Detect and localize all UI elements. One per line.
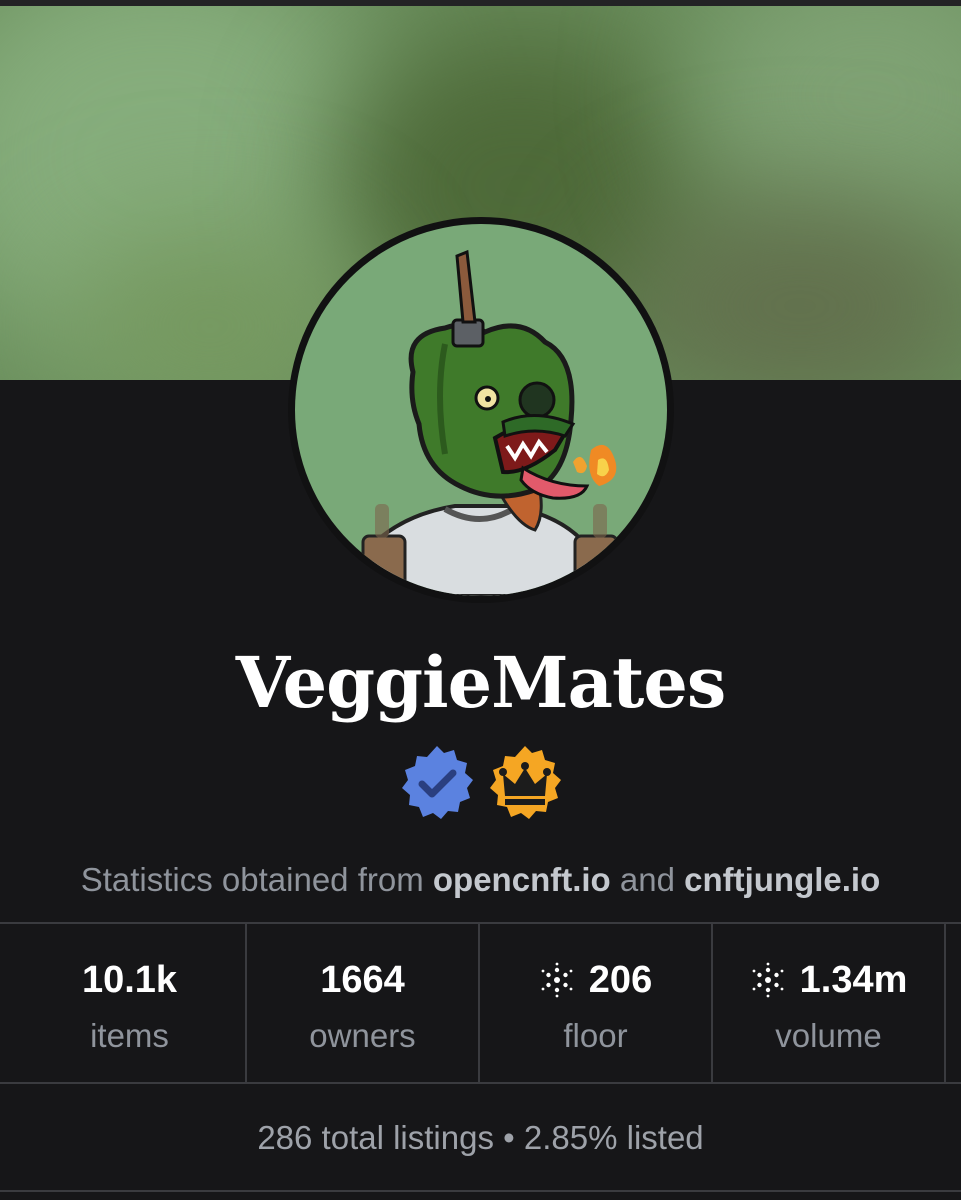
divider — [0, 1190, 961, 1192]
stats-grid: 10.1k items 1664 owners 206 floor 1.34m … — [0, 922, 961, 1084]
cardano-ada-icon — [752, 962, 784, 998]
stat-volume-label: volume — [775, 1017, 882, 1054]
stat-floor: 206 floor — [480, 924, 713, 1082]
crown-badge-icon — [489, 746, 561, 819]
cardano-ada-icon — [541, 962, 573, 998]
listed-percent: 2.85% listed — [523, 1119, 704, 1156]
stat-items-value: 10.1k — [81, 959, 178, 1001]
statistics-source-note: Statistics obtained from opencnft.io and… — [0, 858, 961, 902]
stat-owners-value: 1664 — [320, 959, 405, 1001]
total-listings: 286 total listings — [257, 1119, 494, 1156]
stat-floor-label: floor — [563, 1017, 628, 1054]
collection-title: VeggieMates — [235, 641, 727, 724]
stat-floor-value: 206 — [588, 959, 653, 1001]
stat-items-label: items — [90, 1017, 169, 1054]
verified-badge-icon — [401, 746, 473, 819]
stat-volume-value: 1.34m — [799, 959, 908, 1001]
stat-items: 10.1k items — [14, 924, 247, 1082]
opencnft-link[interactable]: opencnft.io — [433, 861, 611, 898]
stat-volume: 1.34m volume — [713, 924, 946, 1082]
listing-separator: • — [503, 1119, 515, 1156]
stat-owners-label: owners — [309, 1017, 416, 1054]
stat-owners: 1664 owners — [247, 924, 480, 1082]
collection-avatar[interactable] — [295, 224, 667, 596]
badge-row — [0, 744, 961, 828]
cnftjungle-link[interactable]: cnftjungle.io — [684, 861, 880, 898]
listing-summary: 286 total listings • 2.85% listed — [0, 1118, 961, 1158]
stats-note-joiner: and — [619, 861, 675, 898]
stats-note-prefix: Statistics obtained from — [80, 861, 424, 898]
